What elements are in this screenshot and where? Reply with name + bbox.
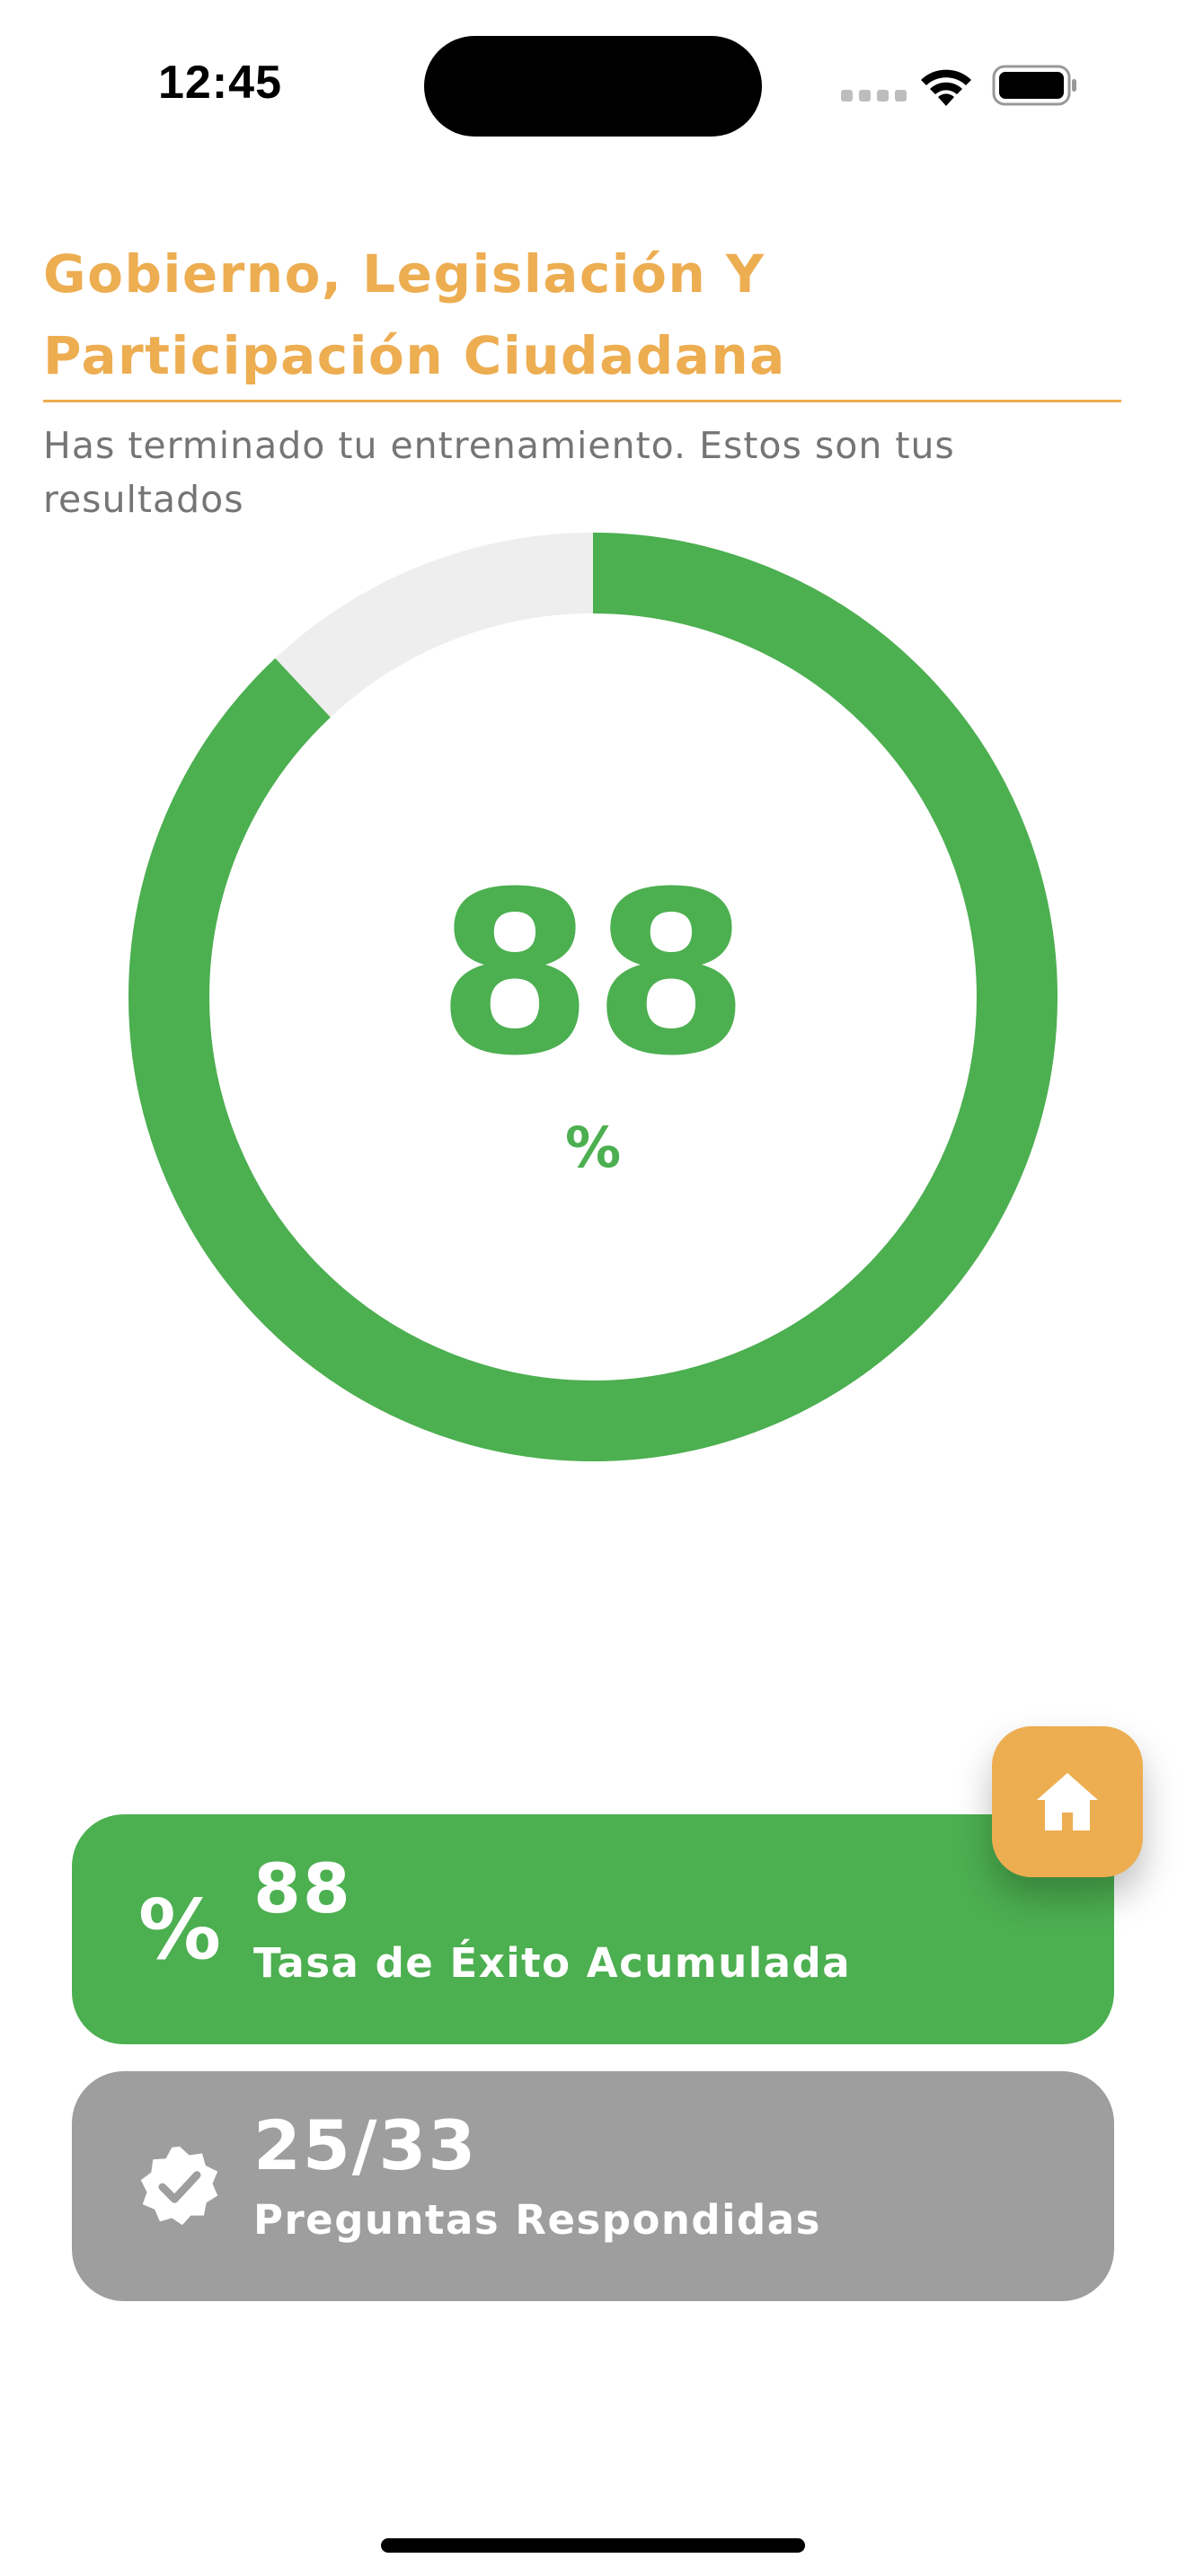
answered-questions-card: 25/33 Preguntas Respondidas (72, 2071, 1114, 2301)
progress-value: 88 (437, 843, 749, 1105)
status-time: 12:45 (158, 57, 282, 109)
success-rate-card: % 88 Tasa de Éxito Acumulada (72, 1814, 1114, 2044)
title-divider (43, 400, 1121, 402)
dynamic-island (424, 36, 762, 137)
progress-unit: % (564, 1115, 622, 1180)
wifi-icon (921, 69, 971, 106)
success-rate-label: Tasa de Éxito Acumulada (253, 1939, 852, 1987)
page-title: Gobierno, Legislación Y Participación Ci… (43, 243, 786, 386)
answered-questions-label: Preguntas Respondidas (253, 2196, 821, 2244)
home-icon (1037, 1773, 1098, 1831)
home-indicator (381, 2538, 805, 2553)
success-rate-value: 88 (253, 1848, 352, 1928)
cellular-signal-icon (841, 90, 907, 101)
home-button[interactable] (992, 1726, 1143, 1877)
answered-questions-value: 25/33 (253, 2105, 478, 2185)
results-subtitle: Has terminado tu entrenamiento. Estos so… (43, 424, 955, 521)
battery-icon (992, 65, 1076, 106)
percent-icon: % (137, 1881, 222, 1978)
verified-badge-icon (122, 2129, 237, 2244)
